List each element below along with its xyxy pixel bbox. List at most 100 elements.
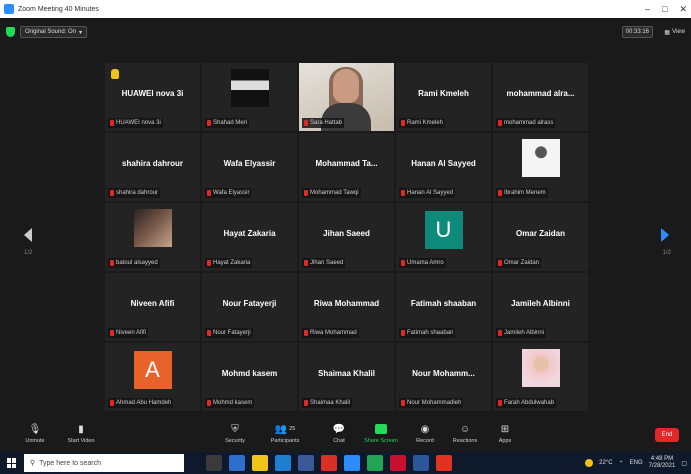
page-indicator-right: 1/2 [662,250,671,256]
participant-label-text: Umama Amro [407,260,444,266]
previous-page-arrow-icon[interactable] [24,228,32,242]
clock[interactable]: 4:48 PM 7/28/2021 [649,456,676,470]
participant-display-name: Omar Zaidan [516,229,565,238]
end-meeting-button[interactable]: End [655,428,679,442]
taskbar-search-input[interactable]: ⚲ Type here to search [24,454,184,472]
microphone-muted-icon [304,400,308,406]
participants-icon: 👥 25 [274,423,296,435]
close-button[interactable]: ✕ [679,4,687,15]
original-sound-button[interactable]: Original Sound: On ▾ [20,26,88,38]
participant-tile[interactable]: Niveen Afifi Niveen Afifi [105,273,200,341]
start-button[interactable] [0,452,24,474]
participant-tile[interactable]: Shaimaa Khalil Shaimaa Khalil [299,343,394,411]
participant-tile[interactable]: A Ahmad Abu Hamdeh [105,343,200,411]
participant-tile[interactable]: Shahad Meri [202,63,297,131]
microphone-muted-icon [110,120,114,126]
window-controls: – □ ✕ [645,0,687,18]
unmute-button[interactable]: 🎙 Unmute [14,420,56,450]
participant-name-label: Nour Fatayerji [205,328,253,338]
security-button[interactable]: ⛨ Security [214,420,256,450]
participant-display-name: Jihan Saeed [323,229,370,238]
participant-label-text: Hanan Al Sayyed [407,190,454,196]
participant-tile[interactable]: Nour Fatayerji Nour Fatayerji [202,273,297,341]
microphone-muted-icon [207,120,211,126]
participant-tile[interactable]: Wafa Elyassir Wafa Elyassir [202,133,297,201]
participant-display-name: Rami Kmeleh [418,89,469,98]
network-icon[interactable]: ⌃ [619,460,624,467]
participant-tile[interactable]: Ibrahim Menem [493,133,588,201]
participant-tile[interactable]: U Umama Amro [396,203,491,271]
window-titlebar: Zoom Meeting 40 Minutes – □ ✕ [0,0,691,18]
store-icon[interactable] [298,455,314,471]
start-video-button[interactable]: ▮ Start Video [60,420,102,450]
participant-tile[interactable]: Fatimah shaaban Fatimah shaaban [396,273,491,341]
edge-icon[interactable] [275,455,291,471]
participants-button[interactable]: 👥 25 Participants [264,420,306,450]
participant-label-text: Shaimaa Khalil [310,400,351,406]
participant-tile[interactable]: Hanan Al Sayyed Hanan Al Sayyed [396,133,491,201]
avatar [521,139,560,177]
clock-date: 7/28/2021 [648,463,676,469]
chrome-icon[interactable] [321,455,337,471]
security-label: Security [225,438,245,444]
participant-name-label: Rami Kmeleh [399,118,446,128]
grid-icon: ▦ [664,29,671,36]
participant-label-text: Riwa Mohammad [310,330,357,336]
participant-tile[interactable]: Jamileh Albinni Jamileh Albinni [493,273,588,341]
avatar [521,349,560,387]
participant-tile[interactable]: batoul alsayyed [105,203,200,271]
participant-label-text: Ibrahim Menem [504,190,546,196]
acrobat-icon[interactable] [436,455,452,471]
participant-tile[interactable]: Omar Zaidan Omar Zaidan [493,203,588,271]
microphone-muted-icon [498,260,502,266]
notifications-icon[interactable]: ▢ [681,460,687,467]
participant-label-text: Rami Kmeleh [407,120,444,126]
participant-tile[interactable]: mohammad alra... mohammad alrass [493,63,588,131]
participant-tile[interactable]: Mohammad Ta... Mohammad Tawqi [299,133,394,201]
zoom-taskbar-icon[interactable] [344,455,360,471]
next-page-arrow-icon[interactable] [661,228,669,242]
participant-tile[interactable]: Farah Abdulwahab [493,343,588,411]
participant-name-label: Hanan Al Sayyed [399,188,456,198]
participant-name-label: Fatimah shaaban [399,328,456,338]
reactions-button[interactable]: ☺ Reactions [444,420,486,450]
share-screen-button[interactable]: Share Screen [360,420,402,450]
participant-label-text: shahira dahrour [116,190,159,196]
record-button[interactable]: ◉ Record [404,420,446,450]
microphone-muted-icon [110,400,114,406]
participant-tile[interactable]: HUAWEI nova 3i HUAWEI nova 3i [105,63,200,131]
folder-icon[interactable] [252,455,268,471]
participant-name-label: Umama Amro [399,258,446,268]
maximize-button[interactable]: □ [662,4,667,14]
chat-button[interactable]: 💬 Chat [318,420,360,450]
participant-name-label: HUAWEI nova 3i [108,118,163,128]
participant-display-name: Mohammad Ta... [315,159,378,168]
participant-label-text: Hayat Zakaria [213,260,251,266]
participant-label-text: HUAWEI nova 3i [116,120,161,126]
participant-display-name: Hayat Zakaria [223,229,276,238]
word-icon[interactable] [413,455,429,471]
participant-display-name: Riwa Mohammad [313,299,380,308]
participant-label-text: Ahmad Abu Hamdeh [116,400,172,406]
gallery-view: HUAWEI nova 3i HUAWEI nova 3i Shahad Meri S… [105,63,588,413]
green-app-icon[interactable] [367,455,383,471]
participant-tile[interactable]: Jihan Saeed Jihan Saeed [299,203,394,271]
participant-tile[interactable]: Rami Kmeleh Rami Kmeleh [396,63,491,131]
participant-tile[interactable]: Hayat Zakaria Hayat Zakaria [202,203,297,271]
apps-button[interactable]: ⊞ Apps [484,420,526,450]
file-explorer-icon[interactable] [229,455,245,471]
participant-tile[interactable]: Sara Hattab [299,63,394,131]
task-view-icon[interactable] [206,455,222,471]
meeting-toolbar: 🎙 Unmute ▮ Start Video ⛨ Security 👥 25 Pa… [0,418,691,452]
participant-tile[interactable]: Mohmd kasem Mohmd kasem [202,343,297,411]
microphone-muted-icon [304,190,308,196]
microphone-muted-icon [304,260,308,266]
shield-icon[interactable] [6,27,15,37]
view-button[interactable]: ▦ View [662,26,687,38]
participant-tile[interactable]: Nour Mohamm... Nour Mohammadieh [396,343,491,411]
participant-tile[interactable]: Riwa Mohammad Riwa Mohammad [299,273,394,341]
participant-tile[interactable]: shahira dahrour shahira dahrour [105,133,200,201]
red-app-icon[interactable] [390,455,406,471]
language-indicator[interactable]: ENG [630,460,643,466]
minimize-button[interactable]: – [645,4,650,14]
